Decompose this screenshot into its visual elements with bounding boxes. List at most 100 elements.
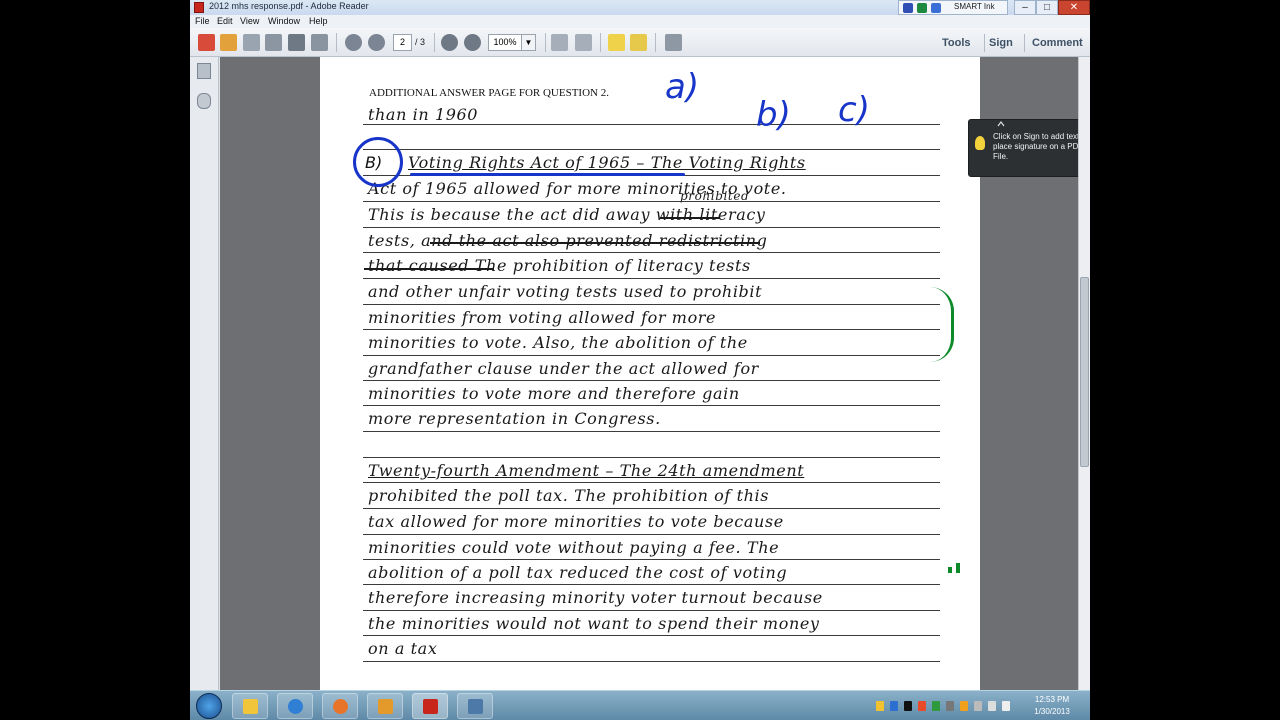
inserted-word: prohibited — [680, 189, 750, 203]
taskbar-utility[interactable] — [457, 693, 493, 719]
zoom-dropdown-chevron-icon[interactable]: ▼ — [522, 34, 536, 51]
taskbar-adobe-reader[interactable] — [412, 693, 448, 719]
internet-explorer-icon — [288, 699, 303, 714]
toolbar-separator — [984, 34, 985, 52]
ruled-line — [363, 252, 940, 253]
pen-alt-icon[interactable] — [917, 3, 927, 13]
toolbar-separator — [655, 33, 656, 52]
smart-ink-label[interactable]: SMART Ink — [954, 2, 995, 11]
clock-time[interactable]: 12:53 PM — [1026, 695, 1078, 704]
answer-line: minorities to vote. Also, the abolition … — [368, 333, 748, 352]
underline-annotation — [410, 173, 685, 176]
ruled-line — [363, 559, 940, 560]
sticky-note-icon[interactable] — [608, 34, 625, 51]
pdf-app-icon — [194, 2, 204, 13]
strikethrough-mark — [660, 217, 720, 219]
adobe-reader-window: 2012 mhs response.pdf - Adobe Reader SMA… — [190, 0, 1090, 720]
menu-help[interactable]: Help — [309, 16, 328, 26]
volume-icon[interactable] — [1002, 701, 1010, 711]
menu-edit[interactable]: Edit — [217, 16, 233, 26]
taskbar-internet-explorer[interactable] — [277, 693, 313, 719]
title-bar: 2012 mhs response.pdf - Adobe Reader SMA… — [190, 0, 1090, 15]
taskbar-outlook[interactable] — [367, 693, 403, 719]
ruled-line — [363, 304, 940, 305]
tray-icon[interactable] — [946, 701, 954, 711]
tray-icon[interactable] — [974, 701, 982, 711]
answer-line: minorities from voting allowed for more — [368, 308, 717, 327]
tray-icon[interactable] — [960, 701, 968, 711]
page-total-label: / 3 — [415, 37, 426, 47]
smart-ink-toolbar[interactable]: SMART Ink — [898, 0, 1008, 15]
tray-icon[interactable] — [932, 701, 940, 711]
create-pdf-icon[interactable] — [198, 34, 215, 51]
sign-button[interactable]: Sign — [989, 37, 1013, 49]
expand-icon[interactable] — [665, 34, 682, 51]
menu-window[interactable]: Window — [268, 16, 300, 26]
tools-button[interactable]: Tools — [942, 37, 971, 49]
answer-line: minorities could vote without paying a f… — [368, 538, 780, 557]
highlight-icon[interactable] — [630, 34, 647, 51]
check-mark — [948, 567, 952, 573]
utility-icon — [468, 699, 483, 714]
scrollbar-thumb[interactable] — [1080, 277, 1089, 467]
answer-line: more representation in Congress. — [368, 409, 661, 428]
smart-app-icon — [243, 699, 258, 714]
taskbar-smartboard[interactable] — [232, 693, 268, 719]
mouse-icon[interactable] — [931, 3, 941, 13]
zoom-in-icon[interactable] — [464, 34, 481, 51]
save-icon[interactable] — [265, 34, 282, 51]
fit-width-icon[interactable] — [575, 34, 592, 51]
email-icon[interactable] — [311, 34, 328, 51]
page-header: ADDITIONAL ANSWER PAGE FOR QUESTION 2. — [369, 87, 609, 99]
strikethrough-mark — [364, 268, 494, 270]
menu-view[interactable]: View — [240, 16, 259, 26]
close-button[interactable]: ✕ — [1058, 0, 1090, 15]
annotation-a: a) — [665, 67, 700, 107]
zoom-out-icon[interactable] — [441, 34, 458, 51]
ruled-line — [363, 431, 940, 432]
answer-line: Voting Rights Act of 1965 – The Voting R… — [408, 153, 806, 172]
tray-icon[interactable] — [876, 701, 884, 711]
page-thumbnails-icon[interactable] — [197, 63, 211, 79]
start-button[interactable] — [196, 693, 222, 719]
chevron-up-icon[interactable] — [997, 121, 1005, 127]
ruled-line — [363, 508, 940, 509]
strikethrough-mark — [430, 242, 760, 244]
vertical-scrollbar[interactable] — [1078, 57, 1090, 690]
menu-file[interactable]: File — [195, 16, 210, 26]
previous-page-icon[interactable] — [345, 34, 362, 51]
windows-taskbar: 12:53 PM 1/30/2013 — [190, 690, 1090, 720]
clock-date[interactable]: 1/30/2013 — [1026, 707, 1078, 716]
answer-line: tests, and the act also prevented redist… — [368, 231, 768, 250]
maximize-button[interactable]: □ — [1036, 0, 1058, 15]
page-number-input[interactable]: 2 — [393, 34, 412, 51]
answer-line: abolition of a poll tax reduced the cost… — [368, 563, 788, 582]
open-icon[interactable] — [220, 34, 237, 51]
ruled-line — [363, 149, 940, 150]
answer-line: This is because the act did away with li… — [368, 205, 766, 224]
network-icon[interactable] — [988, 701, 996, 711]
ruled-line — [363, 610, 940, 611]
tooltip-text: Click on Sign to add text and place sign… — [993, 132, 1078, 161]
answer-line: tax allowed for more minorities to vote … — [368, 512, 784, 531]
pen-icon[interactable] — [903, 3, 913, 13]
taskbar-media-player[interactable] — [322, 693, 358, 719]
document-viewport[interactable]: ADDITIONAL ANSWER PAGE FOR QUESTION 2. t… — [220, 57, 1078, 690]
minimize-button[interactable]: – — [1014, 0, 1036, 15]
attachments-icon[interactable] — [197, 93, 211, 109]
toolbar-separator — [600, 33, 601, 52]
tray-icon[interactable] — [918, 701, 926, 711]
fit-page-icon[interactable] — [551, 34, 568, 51]
edit-icon[interactable] — [243, 34, 260, 51]
main-toolbar: 2 / 3 100% ▼ Tools Sign Comment — [190, 28, 1090, 57]
answer-line: than in 1960 — [368, 105, 479, 124]
tray-icon[interactable] — [890, 701, 898, 711]
answer-line: therefore increasing minority voter turn… — [368, 588, 823, 607]
tray-icon[interactable] — [904, 701, 912, 711]
comment-button[interactable]: Comment — [1032, 37, 1083, 49]
adobe-reader-icon — [423, 699, 438, 714]
zoom-input[interactable]: 100% — [488, 34, 522, 51]
next-page-icon[interactable] — [368, 34, 385, 51]
window-title: 2012 mhs response.pdf - Adobe Reader — [209, 1, 369, 11]
print-icon[interactable] — [288, 34, 305, 51]
